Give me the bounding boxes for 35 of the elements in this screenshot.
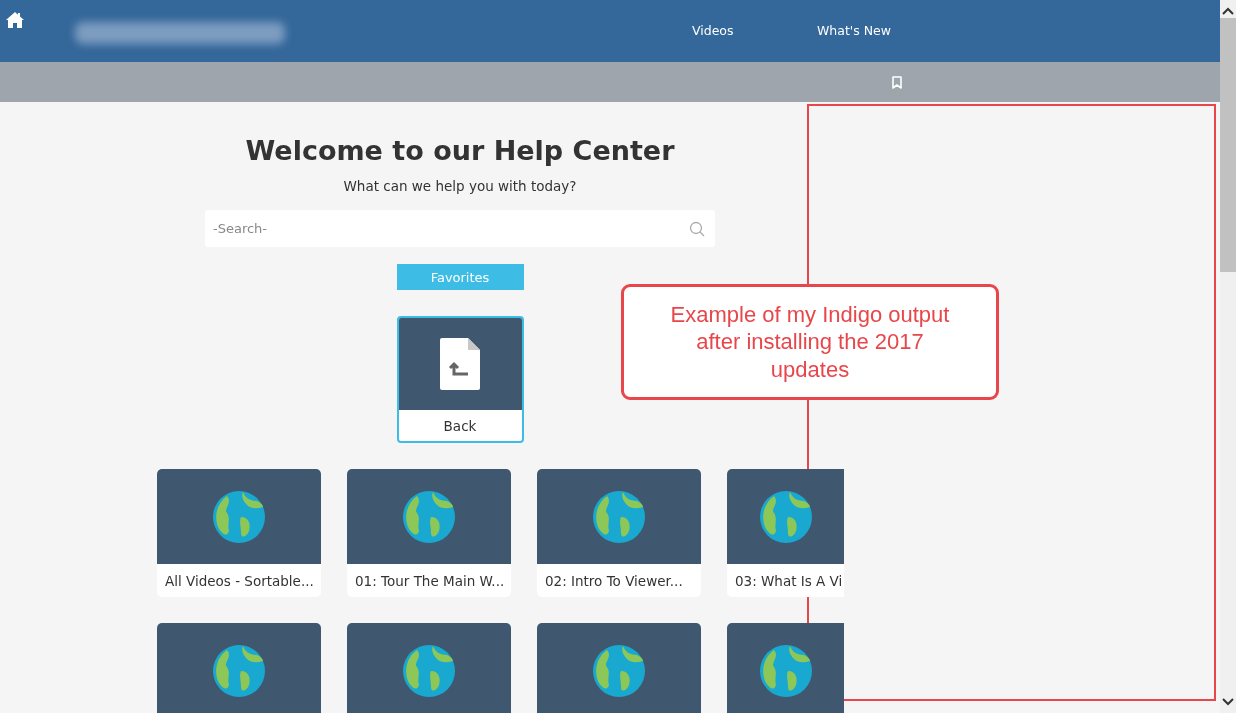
video-card[interactable] <box>347 623 511 713</box>
globe-icon <box>403 644 455 697</box>
search-icon <box>689 221 705 237</box>
document-return-icon <box>440 338 480 390</box>
page-subtitle: What can we help you with today? <box>343 178 577 194</box>
search-field[interactable]: -Search- <box>205 210 715 247</box>
video-title: 01: Tour The Main W... <box>354 571 506 591</box>
video-title: All Videos - Sortable... <box>164 571 315 591</box>
globe-icon <box>213 490 265 543</box>
video-card[interactable]: 01: Tour The Main W... <box>347 469 511 597</box>
video-card[interactable]: All Videos - Sortable... <box>157 469 321 597</box>
back-tile[interactable]: Back <box>396 316 524 443</box>
video-card[interactable]: 02: Intro To Viewer... <box>537 469 701 597</box>
globe-icon <box>593 490 645 543</box>
globe-icon <box>759 490 812 543</box>
video-card[interactable] <box>157 623 321 713</box>
scrollbar[interactable] <box>1220 0 1236 713</box>
video-title: 03: What Is A Vi <box>734 571 844 591</box>
home-icon[interactable] <box>5 10 25 30</box>
globe-icon <box>759 644 812 697</box>
page-title: Welcome to our Help Center <box>245 135 675 166</box>
scroll-down-icon[interactable] <box>1222 697 1234 707</box>
scroll-up-icon[interactable] <box>1222 6 1234 16</box>
video-card[interactable] <box>727 623 844 713</box>
globe-icon <box>593 644 645 697</box>
bookmark-icon[interactable] <box>892 75 902 89</box>
globe-icon <box>213 644 265 697</box>
video-title: 02: Intro To Viewer... <box>544 571 684 591</box>
video-card[interactable] <box>537 623 701 713</box>
scrollbar-thumb[interactable] <box>1220 18 1236 272</box>
video-card[interactable]: 03: What Is A Vi <box>727 469 844 597</box>
nav-link[interactable]: What's New <box>817 23 892 38</box>
annotation-callout: Example of my Indigo output after installing the 2017 updates <box>621 284 999 400</box>
globe-icon <box>403 490 455 543</box>
nav-link[interactable]: Videos <box>692 23 734 38</box>
